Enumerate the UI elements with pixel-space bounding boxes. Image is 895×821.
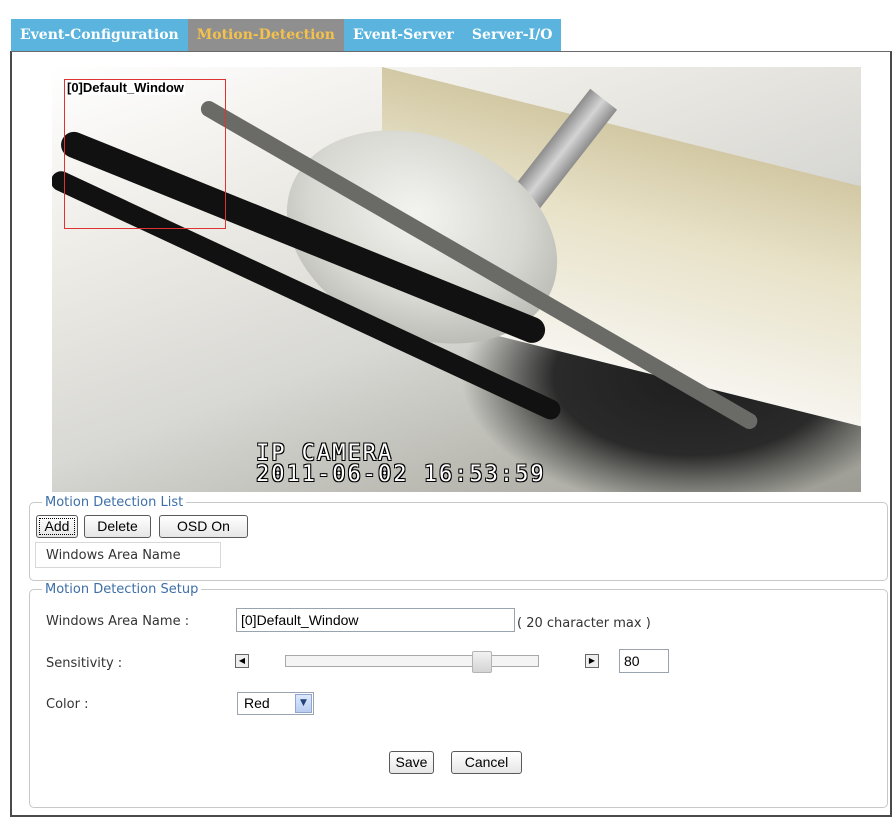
sensitivity-slider-thumb[interactable]: [472, 651, 493, 673]
windows-area-name-header: Windows Area Name: [35, 542, 221, 568]
save-button[interactable]: Save: [389, 751, 434, 774]
color-select-value: Red: [244, 695, 270, 711]
add-button[interactable]: Add: [36, 515, 78, 538]
motion-detection-setup-legend: Motion Detection Setup: [45, 582, 199, 597]
color-select[interactable]: Red ▼: [237, 692, 314, 715]
delete-button[interactable]: Delete: [84, 515, 151, 538]
sensitivity-label: Sensitivity :: [46, 656, 123, 671]
chevron-down-icon[interactable]: ▼: [295, 694, 312, 713]
tab-server-io[interactable]: Server-I/O: [462, 19, 562, 51]
color-label: Color :: [46, 697, 89, 712]
camera-osd-text: IP CAMERA 2011-06-02 16:53:59: [256, 443, 546, 487]
tab-event-configuration[interactable]: Event-Configuration: [11, 19, 188, 51]
name-length-hint: ( 20 character max ): [517, 616, 651, 631]
motion-window-label: [0]Default_Window: [66, 80, 185, 95]
osd-timestamp: 2011-06-02 16:53:59: [256, 462, 546, 487]
motion-detection-list-group: Motion Detection List: [29, 495, 888, 581]
windows-area-name-label: Windows Area Name :: [46, 614, 190, 629]
slider-left-icon[interactable]: ◀: [235, 654, 249, 668]
tab-motion-detection[interactable]: Motion-Detection: [187, 19, 344, 51]
motion-window-rect[interactable]: [64, 79, 226, 229]
slider-right-icon[interactable]: ▶: [585, 654, 599, 668]
osd-on-button[interactable]: OSD On: [159, 515, 248, 538]
sensitivity-slider-track[interactable]: [285, 655, 539, 667]
tab-event-server[interactable]: Event-Server: [343, 19, 463, 51]
cancel-button[interactable]: Cancel: [451, 751, 522, 774]
motion-detection-list-legend: Motion Detection List: [45, 495, 184, 510]
tab-bar: Event-Configuration Motion-Detection Eve…: [11, 19, 562, 51]
windows-area-name-input[interactable]: [0]Default_Window: [236, 608, 515, 632]
sensitivity-value-input[interactable]: 80: [619, 649, 669, 673]
